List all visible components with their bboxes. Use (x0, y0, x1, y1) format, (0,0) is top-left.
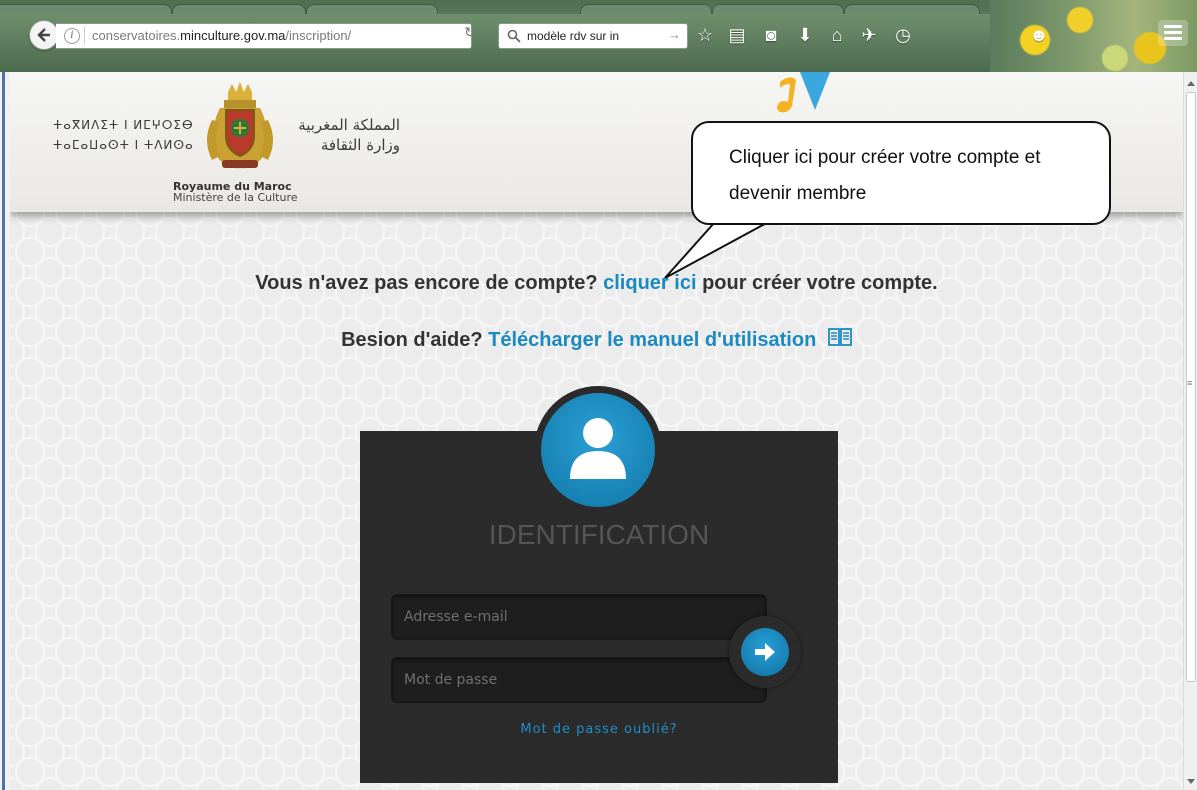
arabic-title-line2: وزارة الثقافة (320, 136, 400, 154)
send-icon[interactable]: ✈ (858, 24, 880, 46)
help-callout: Cliquer ici pour créer votre compte et d… (691, 121, 1111, 225)
manual-book-icon[interactable] (827, 328, 852, 348)
search-go-icon[interactable]: → (668, 27, 681, 42)
signup-prefix: Vous n'avez pas encore de compte? (255, 272, 598, 294)
menu-button[interactable] (1158, 20, 1188, 46)
signup-link[interactable]: cliquer ici (603, 272, 696, 294)
search-text: modèle rdv sur in (527, 29, 620, 43)
help-prompt: Besion d'aide? Télécharger le manuel d'u… (10, 328, 1183, 352)
history-icon[interactable]: ◷ (892, 24, 914, 46)
back-button[interactable] (29, 20, 59, 50)
home-icon[interactable]: ⌂ (826, 24, 848, 46)
arrow-right-icon (755, 643, 775, 661)
url-separator (84, 27, 85, 44)
user-icon (570, 418, 626, 479)
url-bar[interactable]: i conservatoires.minculture.gov.ma/inscr… (56, 23, 472, 49)
help-prefix: Besion d'aide? (341, 329, 483, 351)
grip-icon: ≡ (1187, 378, 1193, 388)
reload-icon[interactable]: ↻ (460, 23, 480, 41)
url-host-main: minculture.gov.ma (180, 28, 286, 43)
url-path: /inscription/ (285, 28, 352, 43)
vertical-scrollbar[interactable]: ≡ (1183, 72, 1197, 790)
forgot-password-link[interactable]: Mot de passe oublié? (360, 722, 838, 737)
bookmark-star-icon[interactable]: ☆ (694, 24, 716, 46)
manual-download-link[interactable]: Télécharger le manuel d'utilisation (488, 329, 816, 351)
email-field[interactable] (391, 594, 767, 640)
login-submit-button[interactable] (741, 628, 789, 676)
page-viewport: ⵜⴰⴳⵍⴷⵉⵜ ⵏ ⵍⵎⵖⵔⵉⴱ ⵜⴰⵎⴰⵡⴰⵙⵜ ⵏ ⵜⴷⵍⵙⴰ المملك… (10, 72, 1183, 790)
music-note-logo-icon (777, 72, 830, 113)
info-icon[interactable]: i (64, 28, 80, 44)
account-icon[interactable]: ☻ (1028, 24, 1050, 46)
signup-prompt: Vous n'avez pas encore de compte? clique… (10, 272, 1183, 295)
signup-suffix: pour créer votre compte. (702, 272, 938, 294)
search-bar[interactable]: modèle rdv sur in → (498, 23, 688, 49)
arabic-title-line1: المملكة المغربية (298, 116, 400, 134)
tifinagh-title-line2: ⵜⴰⵎⴰⵡⴰⵙⵜ ⵏ ⵜⴷⵍⵙⴰ (53, 138, 194, 152)
tifinagh-title-line1: ⵜⴰⴳⵍⴷⵉⵜ ⵏ ⵍⵎⵖⵔⵉⴱ (53, 118, 194, 132)
url-host-prefix: conservatoires. (92, 28, 181, 43)
pocket-icon[interactable]: ◙ (760, 24, 782, 46)
avatar (541, 393, 655, 507)
ministere-label: Ministère de la Culture (173, 191, 298, 204)
scroll-up-icon[interactable] (1187, 81, 1195, 86)
download-icon[interactable]: ⬇ (794, 24, 816, 46)
navigation-row: i conservatoires.minculture.gov.ma/inscr… (18, 20, 1197, 52)
moroccan-emblem-icon (207, 82, 273, 169)
search-icon (507, 29, 521, 43)
password-field[interactable] (391, 657, 767, 703)
back-arrow-icon (37, 28, 50, 42)
scroll-down-icon[interactable] (1187, 779, 1195, 784)
url-text: conservatoires.minculture.gov.ma/inscrip… (92, 28, 351, 43)
callout-text: Cliquer ici pour créer votre compte et d… (729, 147, 1041, 204)
identification-title: IDENTIFICATION (488, 519, 710, 550)
bookmarks-list-icon[interactable]: ▤ (726, 24, 748, 46)
